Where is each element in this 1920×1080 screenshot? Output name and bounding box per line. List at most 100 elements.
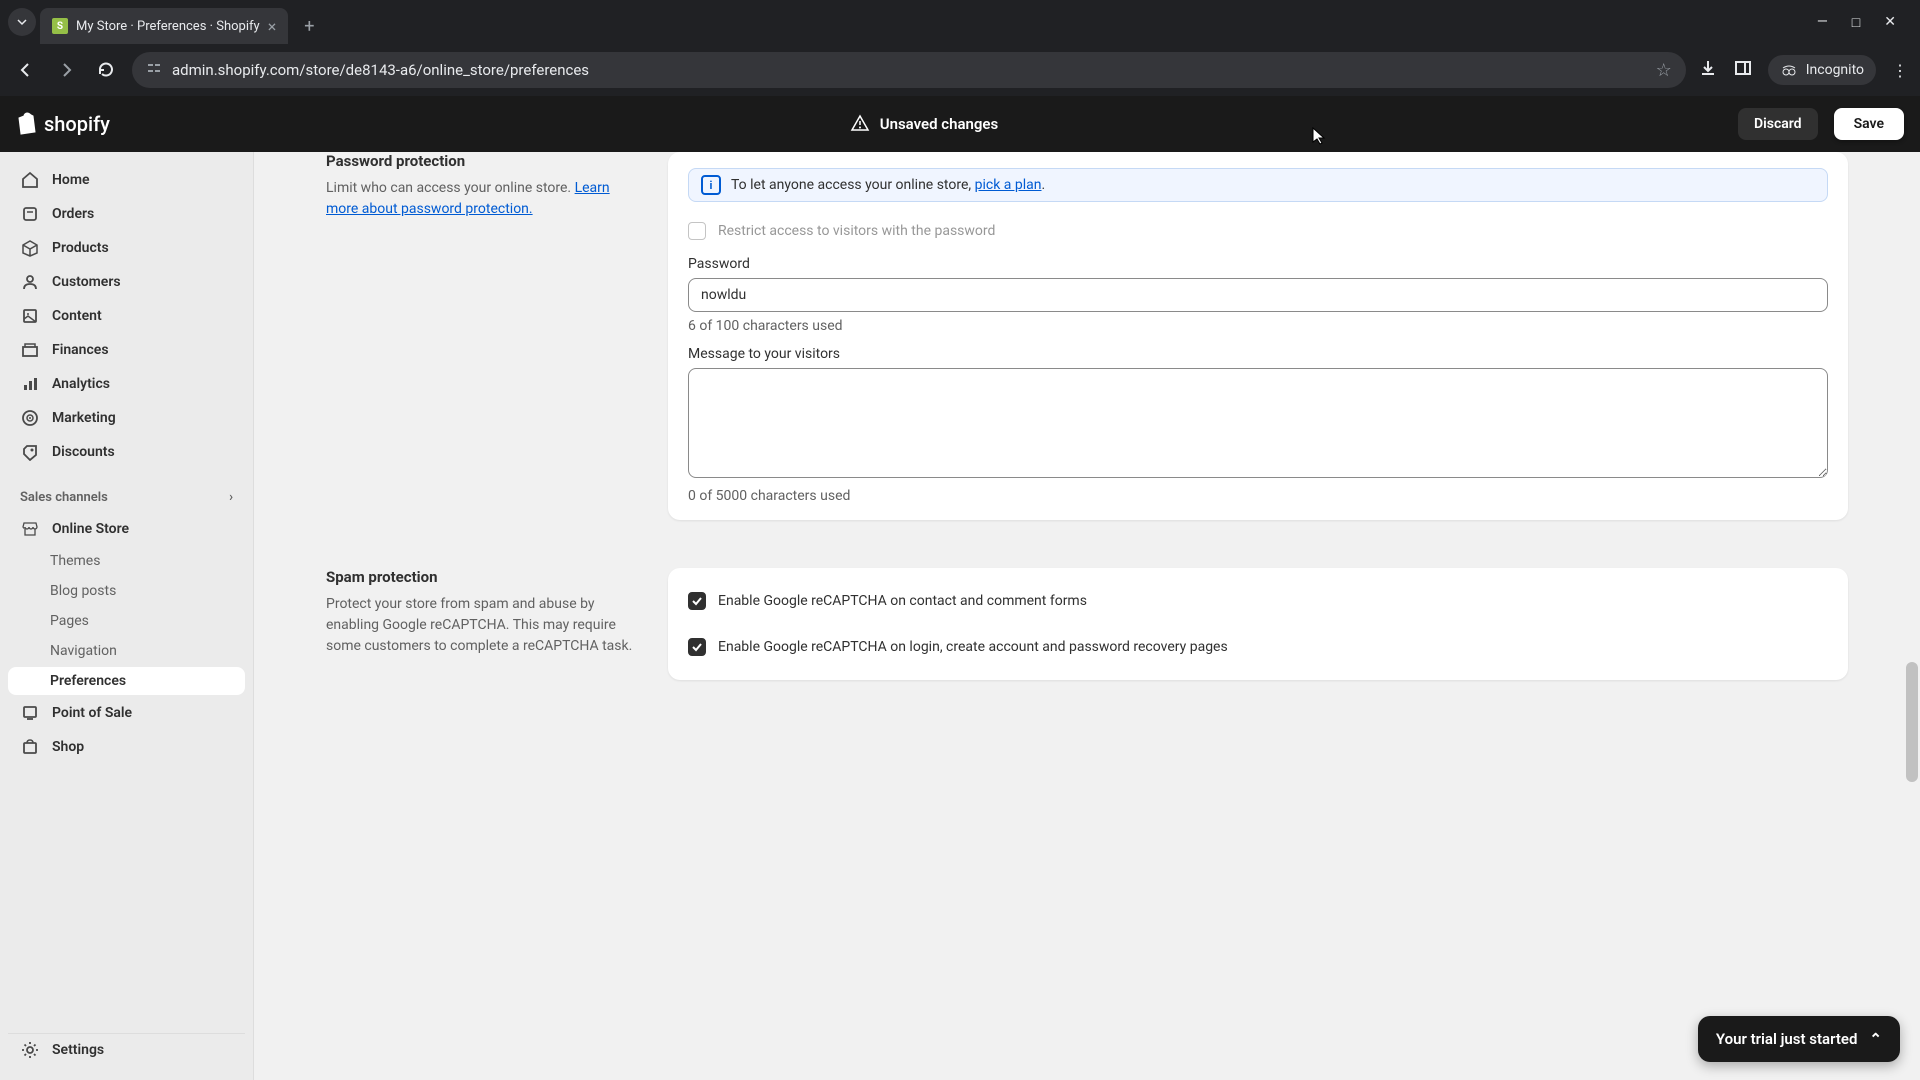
info-icon: i <box>701 175 721 195</box>
sidebar-sub-pages[interactable]: Pages <box>8 607 245 635</box>
sidebar-label: Home <box>52 172 90 188</box>
sidebar-item-content[interactable]: Content <box>8 300 245 332</box>
password-label: Password <box>688 256 1828 272</box>
panel-icon[interactable] <box>1734 59 1752 81</box>
site-settings-icon[interactable] <box>146 60 162 80</box>
reload-button[interactable] <box>92 56 120 84</box>
scrollbar-track[interactable] <box>1904 152 1920 1080</box>
content-icon <box>20 306 40 326</box>
maximize-icon[interactable]: □ <box>1852 14 1860 31</box>
orders-icon <box>20 204 40 224</box>
section-header-label: Sales channels <box>20 490 108 505</box>
sidebar-item-home[interactable]: Home <box>8 164 245 196</box>
shopify-header: shopify Unsaved changes Discard Save <box>0 96 1920 152</box>
pick-plan-link[interactable]: pick a plan <box>975 177 1042 193</box>
sidebar-label: Settings <box>52 1042 104 1058</box>
sidebar-label: Shop <box>52 739 84 755</box>
sidebar-label: Point of Sale <box>52 705 132 721</box>
section-info: Spam protection Protect your store from … <box>326 568 636 680</box>
close-icon[interactable]: × <box>268 17 277 36</box>
toolbar-icons: Incognito ⋮ <box>1698 55 1908 85</box>
trial-badge[interactable]: Your trial just started ⌃ <box>1698 1016 1900 1062</box>
message-textarea[interactable] <box>688 368 1828 478</box>
sidebar-item-shop[interactable]: Shop <box>8 731 245 763</box>
forward-button[interactable] <box>52 56 80 84</box>
browser-tab[interactable]: S My Store · Preferences · Shopify × <box>40 8 288 44</box>
recaptcha-login-row[interactable]: Enable Google reCAPTCHA on login, create… <box>688 630 1828 664</box>
sidebar-label: Discounts <box>52 444 115 460</box>
shopify-logo[interactable]: shopify <box>16 112 110 136</box>
sidebar-item-point-of-sale[interactable]: Point of Sale <box>8 697 245 729</box>
password-input[interactable] <box>688 278 1828 312</box>
sidebar-label: Analytics <box>52 376 110 392</box>
new-tab-button[interactable]: + <box>292 16 326 37</box>
discard-button[interactable]: Discard <box>1738 108 1818 140</box>
store-icon <box>20 519 40 539</box>
tab-title: My Store · Preferences · Shopify <box>76 19 260 34</box>
recaptcha-contact-checkbox[interactable] <box>688 592 706 610</box>
sidebar-item-analytics[interactable]: Analytics <box>8 368 245 400</box>
minimize-icon[interactable]: — <box>1817 14 1828 31</box>
url-text: admin.shopify.com/store/de8143-a6/online… <box>172 61 1646 79</box>
message-helper: 0 of 5000 characters used <box>688 488 1828 504</box>
sidebar-item-customers[interactable]: Customers <box>8 266 245 298</box>
recaptcha-contact-row[interactable]: Enable Google reCAPTCHA on contact and c… <box>688 584 1828 618</box>
sidebar-item-online-store[interactable]: Online Store <box>8 513 245 545</box>
sidebar-label: Marketing <box>52 410 116 426</box>
sales-channels-header: Sales channels › <box>8 482 245 513</box>
gear-icon <box>20 1040 40 1060</box>
sidebar-item-settings[interactable]: Settings <box>8 1034 245 1066</box>
tab-search-icon[interactable] <box>8 8 36 36</box>
main-content: Password protection Limit who can access… <box>254 152 1920 1080</box>
pick-plan-banner: i To let anyone access your online store… <box>688 168 1828 202</box>
sidebar-item-products[interactable]: Products <box>8 232 245 264</box>
discounts-icon <box>20 442 40 462</box>
sidebar-item-marketing[interactable]: Marketing <box>8 402 245 434</box>
sidebar-item-discounts[interactable]: Discounts <box>8 436 245 468</box>
section-desc: Limit who can access your online store. … <box>326 178 636 220</box>
browser-chrome: S My Store · Preferences · Shopify × + —… <box>0 0 1920 96</box>
restrict-access-row: Restrict access to visitors with the pas… <box>688 218 1828 244</box>
bookmark-icon[interactable]: ☆ <box>1656 60 1672 81</box>
desc-text: Limit who can access your online store. <box>326 180 575 196</box>
pos-icon <box>20 703 40 723</box>
recaptcha-login-checkbox[interactable] <box>688 638 706 656</box>
download-icon[interactable] <box>1698 58 1718 82</box>
window-controls: — □ ✕ <box>1817 14 1912 31</box>
section-info: Password protection Limit who can access… <box>326 152 636 520</box>
sidebar-sub-navigation[interactable]: Navigation <box>8 637 245 665</box>
chevron-right-icon[interactable]: › <box>229 490 233 505</box>
incognito-badge[interactable]: Incognito <box>1768 55 1876 85</box>
sidebar-sub-preferences[interactable]: Preferences <box>8 667 245 695</box>
banner-text: To let anyone access your online store, <box>731 177 975 193</box>
marketing-icon <box>20 408 40 428</box>
close-window-icon[interactable]: ✕ <box>1884 14 1896 31</box>
sidebar-sub-blog-posts[interactable]: Blog posts <box>8 577 245 605</box>
sidebar-item-finances[interactable]: Finances <box>8 334 245 366</box>
save-button[interactable]: Save <box>1834 108 1904 140</box>
unsaved-changes-indicator: Unsaved changes <box>126 114 1722 134</box>
section-title: Spam protection <box>326 568 636 586</box>
sidebar-label: Orders <box>52 206 94 222</box>
sidebar-sub-themes[interactable]: Themes <box>8 547 245 575</box>
url-bar: admin.shopify.com/store/de8143-a6/online… <box>0 44 1920 96</box>
tab-bar: S My Store · Preferences · Shopify × + —… <box>0 0 1920 44</box>
shopify-favicon-icon: S <box>52 18 68 34</box>
products-icon <box>20 238 40 258</box>
restrict-access-checkbox <box>688 222 706 240</box>
chevron-up-icon: ⌃ <box>1869 1030 1882 1048</box>
recaptcha-contact-label: Enable Google reCAPTCHA on contact and c… <box>718 593 1087 609</box>
customers-icon <box>20 272 40 292</box>
incognito-label: Incognito <box>1806 62 1864 78</box>
back-button[interactable] <box>12 56 40 84</box>
menu-icon[interactable]: ⋮ <box>1892 61 1908 80</box>
analytics-icon <box>20 374 40 394</box>
trial-badge-label: Your trial just started <box>1716 1030 1858 1048</box>
section-desc: Protect your store from spam and abuse b… <box>326 594 636 657</box>
sidebar-label: Finances <box>52 342 109 358</box>
password-helper: 6 of 100 characters used <box>688 318 1828 334</box>
address-bar[interactable]: admin.shopify.com/store/de8143-a6/online… <box>132 52 1686 88</box>
scrollbar-thumb[interactable] <box>1906 662 1918 782</box>
sidebar-item-orders[interactable]: Orders <box>8 198 245 230</box>
password-card: i To let anyone access your online store… <box>668 152 1848 520</box>
